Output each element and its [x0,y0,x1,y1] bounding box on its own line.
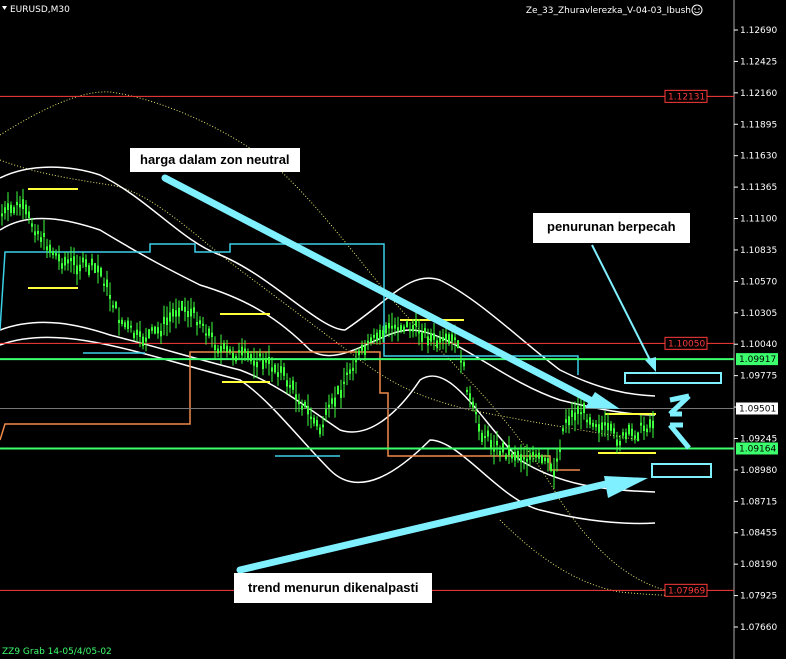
price-tick-label: 1.10305 [740,309,777,319]
footer-label: ZZ9 Grab 14-05/4/05-02 [2,647,112,657]
price-chart[interactable]: 1.12690 1.12425 1.12160 1.11895 1.11630 1.113… [0,0,786,659]
price-tick-label: 1.11365 [740,183,777,193]
price-tick-label: 1.12690 [740,26,777,36]
triangle-down-icon[interactable] [2,6,7,10]
price-tick-label: 1.11630 [740,152,777,162]
price-tick-label: 1.10570 [740,277,777,287]
price-tick-label: 1.10040 [740,340,777,350]
price-tick-label: 1.08190 [740,560,777,570]
price-level-value: 1.10050 [668,339,705,349]
mid-dotted-envelope [0,159,641,441]
price-tick-label: 1.07660 [740,623,777,633]
price-tick-label: 1.07925 [740,592,777,602]
callout-neutral: harga dalam zon neutral [130,148,300,172]
price-tick-label: 1.11895 [740,120,777,130]
orange-channel [0,351,580,471]
price-level-value: 1.09501 [739,404,776,414]
price-tick-label: 1.08455 [740,529,777,539]
price-level-value: 1.12131 [668,92,705,102]
down-chevron-icon [668,422,691,450]
arrow-breakout [591,244,653,365]
lower-dotted-envelope [499,519,691,597]
symbol-label: EURUSD,M30 [10,5,70,15]
price-tick-label: 1.10835 [740,246,777,256]
price-tick-label: 1.12425 [740,57,777,67]
up-chevron-icon [668,393,691,417]
price-axis: 1.12690 1.12425 1.12160 1.11895 1.11630 1.113… [734,26,777,633]
callout-downtrend: trend menurun dikenalpasti [234,573,433,603]
lower-breakout-box [651,463,712,478]
price-tick-label: 1.08715 [740,497,777,507]
price-tick-label: 1.11100 [740,215,777,225]
indicator-label: Ze_33_Zhuravlerezka_V-04-03_Ibush [526,6,691,16]
upper-breakout-box [624,372,722,384]
price-level-value: 1.09164 [739,444,776,454]
arrow-head-neutral [585,392,620,409]
arrow-head-downtrend [604,476,648,498]
price-tick-label: 1.12160 [740,89,777,99]
callout-breakout: penurunan berpecah [533,213,690,243]
price-tick-label: 1.09775 [740,372,777,382]
price-level-lines: 1.12131 1.10050 1.09917 1.09501 1.09164 1.079… [0,89,778,597]
smiley-face-icon [691,4,703,16]
price-level-value: 1.07969 [668,586,705,596]
price-level-value: 1.09917 [739,355,776,365]
price-tick-label: 1.08980 [740,466,777,476]
